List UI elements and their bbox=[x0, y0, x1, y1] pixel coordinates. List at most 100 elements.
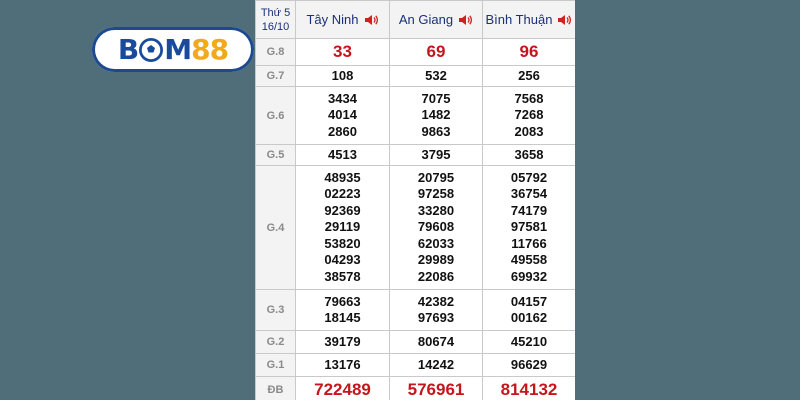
winning-number: 722489 bbox=[314, 379, 371, 399]
prize-label: G.1 bbox=[255, 353, 296, 377]
winning-number: 22086 bbox=[417, 268, 455, 284]
prize-cell: 108 bbox=[295, 65, 390, 87]
winning-number: 14242 bbox=[417, 356, 455, 372]
speaker-icon[interactable] bbox=[459, 14, 473, 26]
province-name: An Giang bbox=[398, 12, 454, 27]
winning-number: 96 bbox=[519, 42, 539, 61]
prize-cell: 3795 bbox=[389, 144, 483, 166]
logo-letter-m: M bbox=[164, 33, 192, 66]
prize-cell: 7075 1482 9863 bbox=[389, 86, 483, 145]
winning-number: 97581 bbox=[510, 219, 548, 235]
prize-cell: 96629 bbox=[482, 353, 575, 377]
winning-number: 04293 bbox=[324, 252, 361, 268]
prize-row: G.2 39179 80674 45210 bbox=[255, 330, 575, 354]
winning-number: 04157 bbox=[510, 293, 548, 309]
prize-cell: 96 bbox=[482, 38, 575, 66]
prize-row: G.8 33 69 96 bbox=[255, 38, 575, 66]
winning-number: 69932 bbox=[510, 268, 548, 284]
winning-number: 53820 bbox=[324, 235, 361, 251]
speaker-icon[interactable] bbox=[364, 14, 379, 26]
winning-number: 79608 bbox=[417, 219, 455, 235]
winning-number: 20795 bbox=[417, 169, 455, 185]
prize-cell: 3658 bbox=[482, 144, 575, 166]
prize-cell: 14242 bbox=[389, 353, 483, 377]
winning-number: 39179 bbox=[324, 333, 361, 349]
winning-number: 576961 bbox=[407, 379, 465, 399]
province-header-tay-ninh[interactable]: Tây Ninh bbox=[295, 0, 390, 39]
winning-number: 2083 bbox=[514, 123, 544, 139]
winning-number: 92369 bbox=[324, 202, 361, 218]
winning-number: 33 bbox=[333, 42, 352, 61]
speaker-icon[interactable] bbox=[558, 14, 572, 26]
winning-number: 3658 bbox=[514, 146, 544, 162]
winning-number: 02223 bbox=[324, 186, 361, 202]
province-header-an-giang[interactable]: An Giang bbox=[389, 0, 483, 39]
prize-row: G.6 3434 4014 2860 7075 1482 9863 7568 7268 2083 bbox=[255, 86, 575, 145]
prize-cell: 05792 36754 74179 97581 11766 49558 69932 bbox=[482, 165, 575, 290]
header-row: Thứ 5 16/10 Tây Ninh An Giang Bình Thuận bbox=[255, 0, 575, 39]
prize-row: G.5 4513 3795 3658 bbox=[255, 144, 575, 166]
prize-label: G.4 bbox=[255, 165, 296, 290]
weekday-label: Thứ 5 bbox=[260, 6, 291, 19]
prize-cell: 576961 bbox=[389, 376, 483, 400]
winning-number: 3795 bbox=[421, 146, 451, 162]
soccer-ball-icon bbox=[139, 37, 164, 62]
prize-cell: 20795 97258 33280 79608 62033 29989 22086 bbox=[389, 165, 483, 290]
winning-number: 42382 bbox=[417, 293, 455, 309]
prize-label: ĐB bbox=[255, 376, 296, 400]
prize-label: G.2 bbox=[255, 330, 296, 354]
winning-number: 7268 bbox=[514, 107, 544, 123]
prize-cell: 7568 7268 2083 bbox=[482, 86, 575, 145]
date-label: 16/10 bbox=[261, 20, 290, 33]
prize-row: G.7 108 532 256 bbox=[255, 65, 575, 87]
winning-number: 97693 bbox=[417, 310, 455, 325]
winning-number: 3434 bbox=[328, 90, 357, 106]
winning-number: 05792 bbox=[510, 169, 548, 185]
bom88-logo[interactable]: B M 88 bbox=[92, 27, 254, 72]
winning-number: 62033 bbox=[417, 235, 455, 251]
winning-number: 814132 bbox=[500, 379, 558, 399]
winning-number: 4014 bbox=[328, 107, 357, 123]
prize-row: G.4 48935 02223 92369 29119 53820 04293 38578 20… bbox=[255, 165, 575, 290]
winning-number: 7568 bbox=[514, 90, 544, 106]
date-header: Thứ 5 16/10 bbox=[255, 0, 296, 39]
winning-number: 48935 bbox=[324, 169, 361, 185]
winning-number: 33280 bbox=[417, 202, 455, 218]
prize-cell: 45210 bbox=[482, 330, 575, 354]
winning-number: 13176 bbox=[324, 356, 361, 372]
lottery-results-sheet: Thứ 5 16/10 Tây Ninh An Giang Bình Thuận… bbox=[255, 0, 575, 400]
winning-number: 11766 bbox=[511, 235, 547, 251]
winning-number: 108 bbox=[331, 67, 354, 83]
results-table: Thứ 5 16/10 Tây Ninh An Giang Bình Thuận… bbox=[255, 0, 575, 400]
prize-label: G.6 bbox=[255, 86, 296, 145]
prize-cell: 4513 bbox=[295, 144, 390, 166]
logo-letter-b: B bbox=[117, 33, 139, 66]
prize-cell: 532 bbox=[389, 65, 483, 87]
prize-cell: 256 bbox=[482, 65, 575, 87]
winning-number: 18145 bbox=[324, 310, 361, 325]
winning-number: 00162 bbox=[510, 310, 548, 325]
winning-number: 532 bbox=[425, 67, 447, 83]
prize-cell: 3434 4014 2860 bbox=[295, 86, 390, 145]
winning-number: 69 bbox=[426, 42, 446, 61]
winning-number: 49558 bbox=[510, 252, 548, 268]
province-name: Tây Ninh bbox=[306, 12, 359, 27]
prize-row: ĐB 722489 576961 814132 bbox=[255, 376, 575, 400]
winning-number: 38578 bbox=[324, 268, 361, 284]
prize-cell: 13176 bbox=[295, 353, 390, 377]
winning-number: 96629 bbox=[510, 356, 548, 372]
province-header-binh-thuan[interactable]: Bình Thuận bbox=[482, 0, 575, 39]
winning-number: 29119 bbox=[324, 219, 361, 235]
logo-number-88: 88 bbox=[191, 33, 229, 66]
prize-cell: 04157 00162 bbox=[482, 289, 575, 331]
prize-cell: 33 bbox=[295, 38, 390, 66]
prize-row: G.3 79663 18145 42382 97693 04157 00162 bbox=[255, 289, 575, 331]
province-name: Bình Thuận bbox=[485, 12, 553, 27]
prize-cell: 69 bbox=[389, 38, 483, 66]
winning-number: 80674 bbox=[417, 333, 455, 349]
winning-number: 74179 bbox=[510, 202, 548, 218]
winning-number: 9863 bbox=[421, 123, 451, 139]
prize-label: G.8 bbox=[255, 38, 296, 66]
prize-cell: 722489 bbox=[295, 376, 390, 400]
winning-number: 36754 bbox=[510, 186, 548, 202]
